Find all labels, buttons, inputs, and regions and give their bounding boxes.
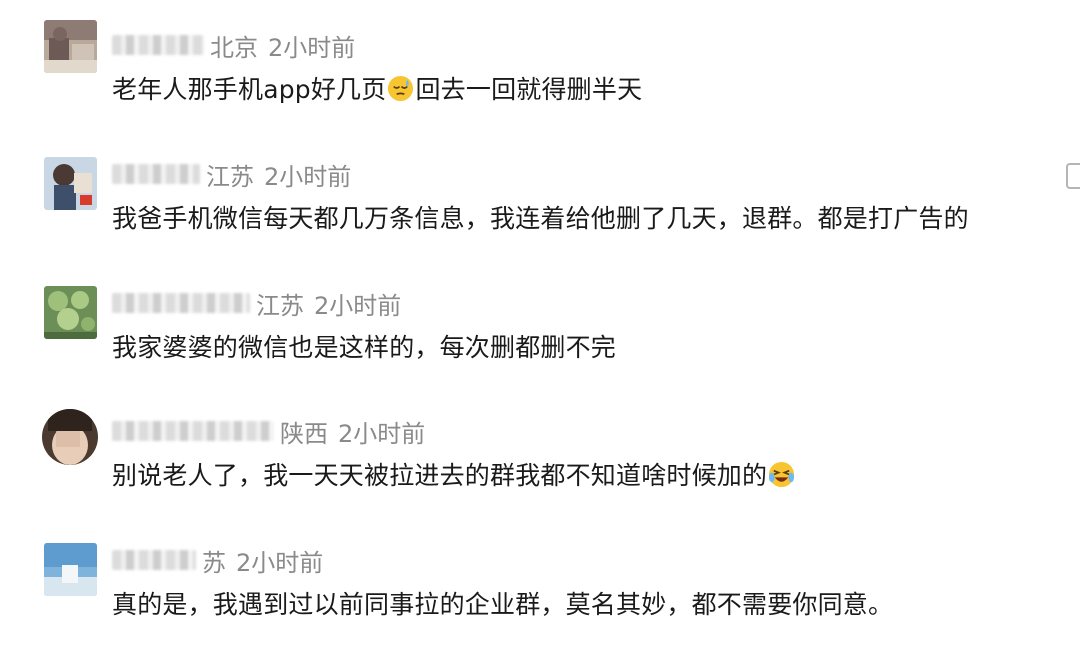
avatar-image xyxy=(44,157,97,210)
avatar[interactable] xyxy=(44,286,97,339)
timestamp: 2小时前 xyxy=(338,419,426,448)
comment-meta: 苏 2小时前 xyxy=(112,543,323,577)
timestamp: 2小时前 xyxy=(314,291,402,320)
location-label: 江苏 xyxy=(206,162,254,191)
location-label: 江苏 xyxy=(256,291,304,320)
comment-meta: 陕西 2小时前 xyxy=(112,414,425,448)
comment-text-part: 别说老人了，我一天天被拉进去的群我都不知道啥时候加的 xyxy=(112,461,768,490)
username-blurred[interactable] xyxy=(112,550,196,570)
avatar-image xyxy=(42,409,98,465)
comment-meta: 江苏 2小时前 xyxy=(112,157,351,191)
comment-meta: 江苏 2小时前 xyxy=(112,286,401,320)
comment-text: 别说老人了，我一天天被拉进去的群我都不知道啥时候加的 xyxy=(112,456,796,492)
location-label: 北京 xyxy=(210,33,258,62)
comment-text: 真的是，我遇到过以前同事拉的企业群，莫名其妙，都不需要你同意。 xyxy=(112,585,893,621)
username-blurred[interactable] xyxy=(112,35,204,55)
location-label: 苏 xyxy=(202,548,226,577)
avatar[interactable] xyxy=(44,157,97,210)
location-label: 陕西 xyxy=(280,419,328,448)
comment-text: 我家婆婆的微信也是这样的，每次删都删不完 xyxy=(112,328,616,364)
comment-text: 老年人那手机app好几页 回去一回就得删半天 xyxy=(112,70,642,106)
comment-text-part: 我家婆婆的微信也是这样的，每次删都删不完 xyxy=(112,333,617,362)
username-blurred[interactable] xyxy=(112,293,250,313)
comment-text-part: 我爸手机微信每天都几万条信息，我连着给他删了几天，退群。都是打广告的 xyxy=(112,204,969,233)
comment-meta: 北京 2小时前 xyxy=(112,28,355,62)
sleepy-face-emoji xyxy=(388,75,414,101)
comment-text-part: 真的是，我遇到过以前同事拉的企业群，莫名其妙，都不需要你同意。 xyxy=(112,590,894,619)
comment-text-part: 回去一回就得删半天 xyxy=(415,75,643,104)
avatar-image xyxy=(44,20,97,73)
timestamp: 2小时前 xyxy=(268,33,356,62)
timestamp: 2小时前 xyxy=(264,162,352,191)
avatar[interactable] xyxy=(42,409,98,465)
comment-text-part: 老年人那手机app好几页 xyxy=(112,75,387,104)
avatar[interactable] xyxy=(44,20,97,73)
comment-text: 我爸手机微信每天都几万条信息，我连着给他删了几天，退群。都是打广告的 xyxy=(112,199,969,235)
reply-icon[interactable] xyxy=(1066,163,1080,189)
timestamp: 2小时前 xyxy=(236,548,324,577)
avatar-image xyxy=(44,286,97,339)
laughing-crying-emoji xyxy=(769,461,795,487)
username-blurred[interactable] xyxy=(112,421,274,441)
avatar-image xyxy=(44,543,97,596)
username-blurred[interactable] xyxy=(112,164,200,184)
avatar[interactable] xyxy=(44,543,97,596)
